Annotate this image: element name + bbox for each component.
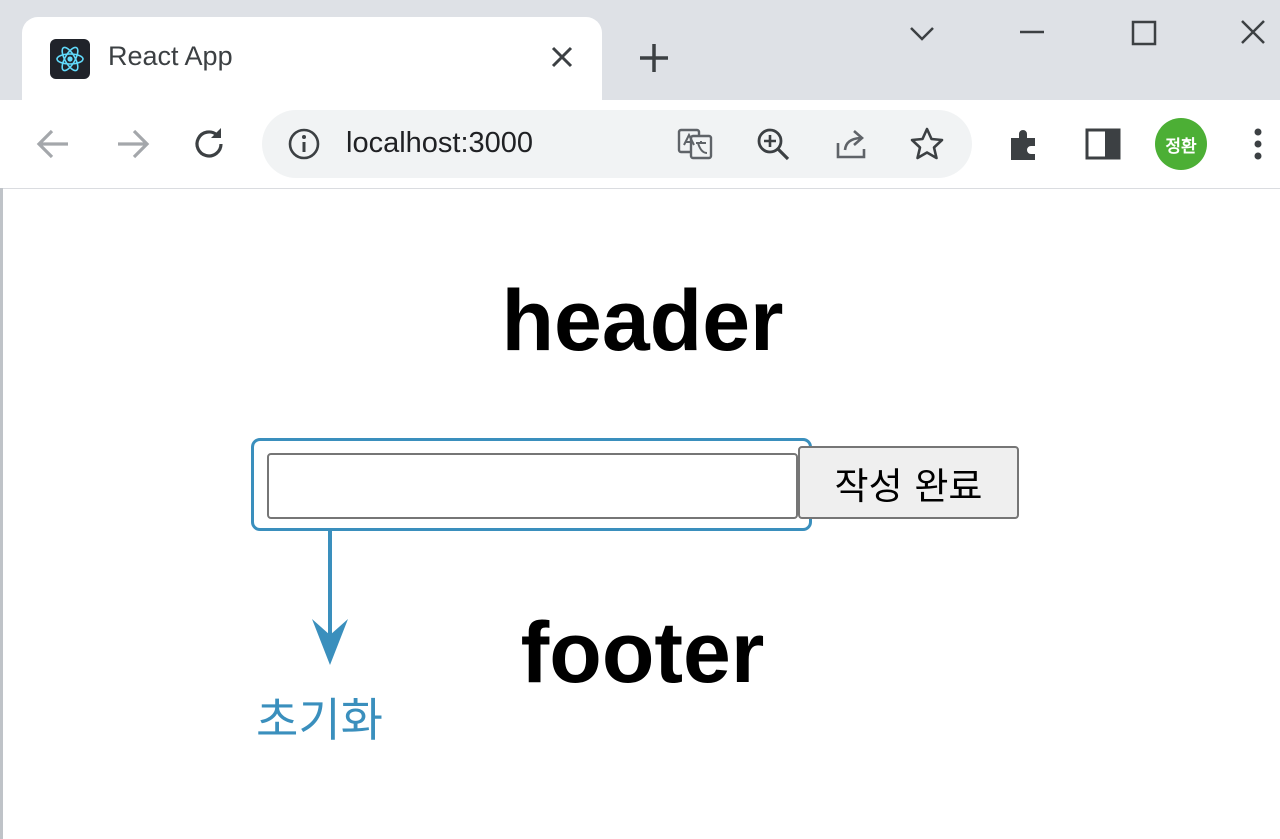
browser-tab[interactable]: React App	[22, 17, 602, 100]
address-bar[interactable]: localhost:3000	[262, 110, 972, 178]
page-footer: footer	[520, 605, 765, 701]
reload-icon[interactable]	[187, 122, 231, 166]
bookmark-star-icon[interactable]	[908, 125, 946, 163]
side-panel-icon[interactable]	[1081, 122, 1125, 166]
page-header: header	[501, 273, 784, 369]
site-info-icon[interactable]	[286, 126, 322, 162]
back-arrow-icon[interactable]	[32, 122, 76, 166]
url-text[interactable]: localhost:3000	[346, 127, 533, 160]
new-tab-icon[interactable]	[636, 40, 672, 76]
share-icon[interactable]	[832, 125, 870, 163]
maximize-icon[interactable]	[1124, 14, 1164, 54]
close-tab-icon[interactable]	[546, 41, 578, 73]
minimize-icon[interactable]	[1012, 14, 1052, 54]
forward-arrow-icon[interactable]	[110, 122, 154, 166]
extensions-puzzle-icon[interactable]	[1003, 122, 1047, 166]
translate-icon[interactable]	[676, 125, 714, 163]
submit-button[interactable]: 작성 완료	[798, 446, 1019, 519]
tab-strip: React App	[0, 0, 1280, 100]
more-menu-icon[interactable]	[1236, 122, 1280, 166]
annotation-reset-label: 초기화	[256, 693, 383, 747]
profile-avatar[interactable]: 정환	[1155, 118, 1207, 170]
text-input[interactable]	[267, 453, 798, 519]
tab-search-chevron-icon[interactable]	[902, 14, 942, 54]
browser-toolbar: localhost:3000	[0, 100, 1280, 189]
zoom-in-icon[interactable]	[754, 125, 792, 163]
react-logo-icon	[50, 39, 90, 79]
close-window-icon[interactable]	[1233, 14, 1273, 54]
tab-title: React App	[108, 41, 233, 71]
